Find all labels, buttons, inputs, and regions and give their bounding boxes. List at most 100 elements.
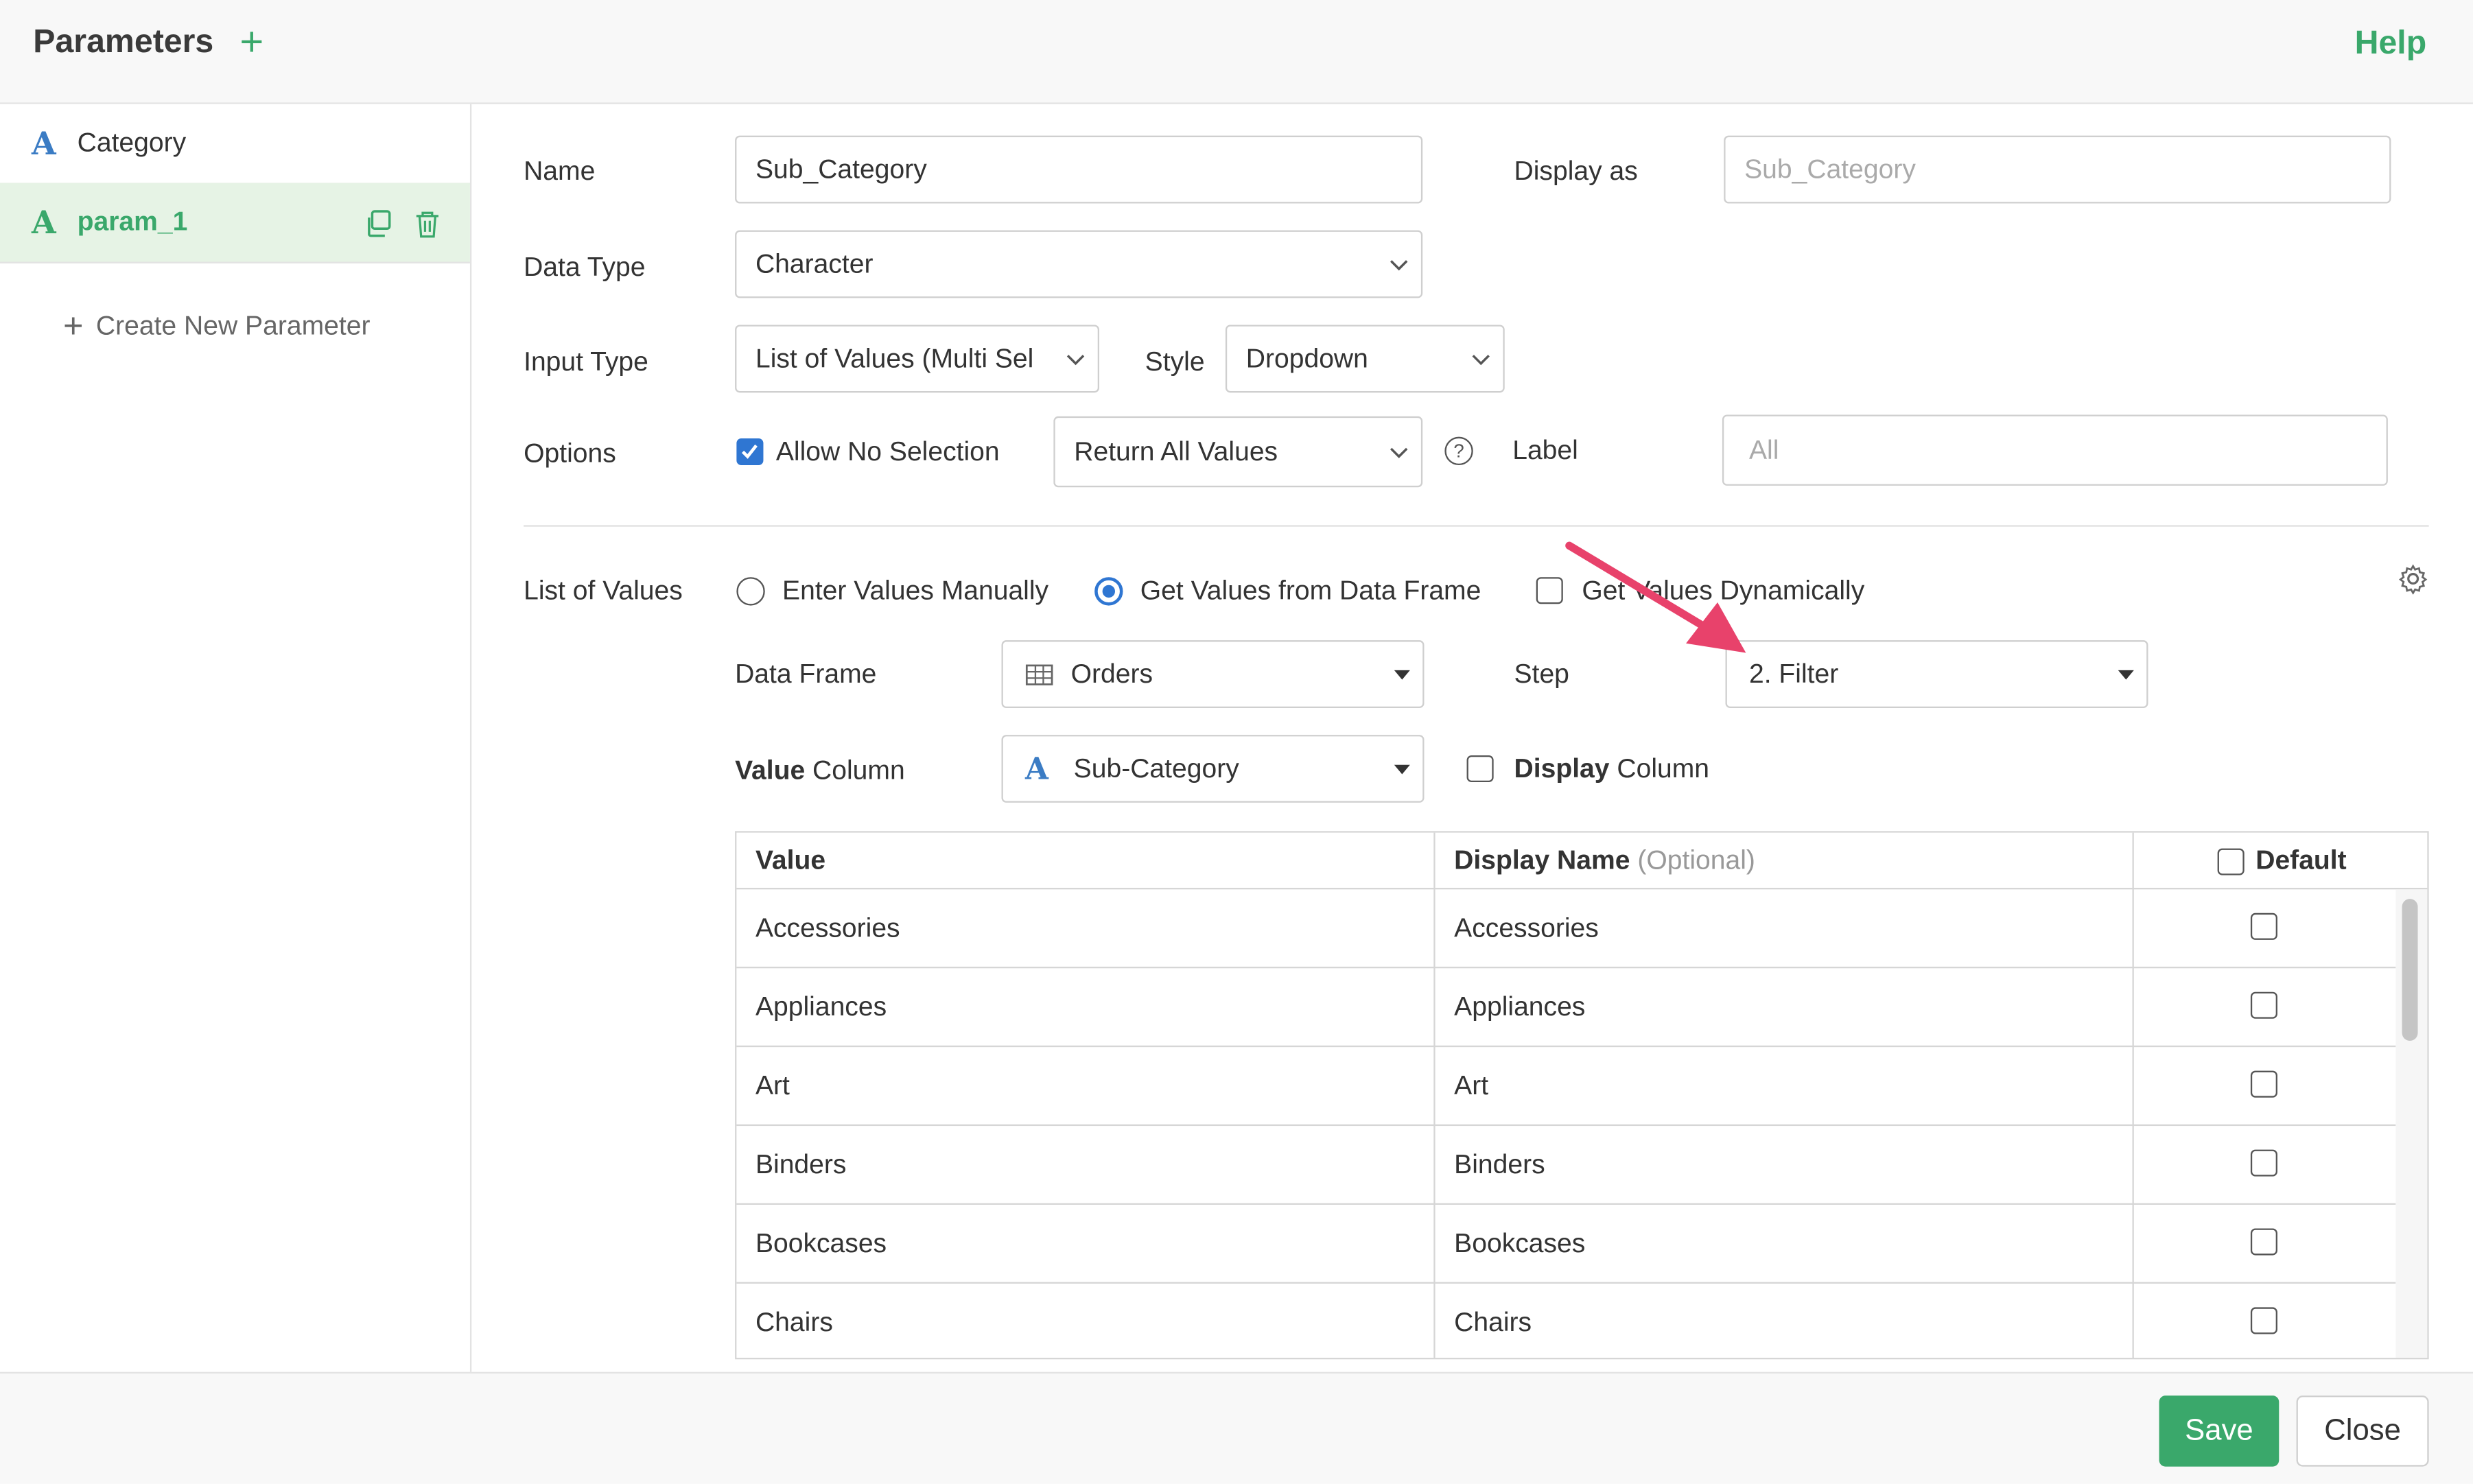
save-button[interactable]: Save: [2159, 1395, 2279, 1467]
allow-no-selection-label: Allow No Selection: [775, 436, 1000, 467]
column-header-default: Default: [2134, 833, 2428, 890]
display-name-cell: Art: [1454, 1070, 1489, 1101]
dialog-footer: [0, 1371, 2473, 1484]
parameter-sidebar: [0, 104, 472, 1372]
display-as-input[interactable]: Sub_Category: [1724, 135, 2391, 204]
character-type-icon: A: [1024, 751, 1048, 786]
display-name-cell: Bookcases: [1454, 1228, 1586, 1259]
scrollbar-thumb[interactable]: [2402, 899, 2418, 1041]
no-selection-behavior-select[interactable]: Return All Values: [1053, 416, 1423, 488]
step-select[interactable]: 2. Filter: [1725, 640, 2148, 709]
default-checkbox[interactable]: [2250, 1149, 2277, 1177]
sidebar-item-label: Category: [77, 128, 187, 158]
duplicate-icon[interactable]: [364, 210, 392, 238]
sidebar-item-label: param_1: [77, 207, 188, 237]
table-row: Binders Binders: [736, 1126, 2396, 1205]
name-input[interactable]: Sub_Category: [735, 135, 1423, 204]
value-column-value: Sub-Category: [1073, 753, 1239, 784]
close-button[interactable]: Close: [2296, 1395, 2429, 1467]
dialog-header: [0, 0, 2473, 104]
name-label: Name: [524, 156, 596, 187]
default-checkbox[interactable]: [2250, 1307, 2277, 1334]
display-as-label: Display as: [1514, 156, 1638, 187]
data-frame-value: Orders: [1070, 658, 1153, 689]
table-grid-icon: [1025, 663, 1053, 685]
step-value: 2. Filter: [1748, 658, 1839, 689]
display-name-cell: Chairs: [1454, 1307, 1532, 1338]
question-help-icon[interactable]: ?: [1444, 436, 1473, 466]
label-input-placeholder: All: [1748, 434, 1779, 464]
sidebar-item-param-1[interactable]: A param_1: [0, 182, 470, 263]
table-row: Accessories Accessories: [736, 889, 2396, 969]
section-divider: [524, 525, 2429, 527]
data-frame-select[interactable]: Orders: [1001, 640, 1425, 709]
value-cell: Art: [755, 1070, 790, 1101]
dialog-title: Parameters: [33, 23, 214, 60]
data-type-value: Character: [755, 248, 874, 279]
style-value: Dropdown: [1245, 342, 1368, 373]
get-values-from-data-frame-radio[interactable]: [1094, 577, 1123, 606]
no-selection-behavior-value: Return All Values: [1074, 436, 1278, 467]
checkmark-icon: [741, 444, 758, 459]
input-type-value: List of Values (Multi Sel: [755, 342, 1034, 373]
plus-icon: +: [62, 305, 84, 346]
display-as-placeholder: Sub_Category: [1744, 154, 1916, 184]
display-name-cell: Binders: [1454, 1149, 1545, 1180]
allow-no-selection-checkbox[interactable]: [736, 438, 764, 466]
chevron-down-icon: [1390, 259, 1408, 270]
name-input-value: Sub_Category: [755, 154, 927, 184]
data-type-label: Data Type: [524, 252, 646, 283]
caret-down-icon: [1394, 764, 1410, 774]
display-column-checkbox[interactable]: [1466, 755, 1494, 783]
default-checkbox[interactable]: [2250, 991, 2277, 1019]
annotation-arrow: [1565, 541, 1746, 653]
display-name-cell: Appliances: [1454, 991, 1586, 1022]
value-cell: Appliances: [755, 991, 887, 1022]
enter-values-manually-label: Enter Values Manually: [782, 575, 1049, 606]
value-cell: Chairs: [755, 1307, 833, 1338]
data-type-select[interactable]: Character: [735, 230, 1423, 298]
style-select[interactable]: Dropdown: [1225, 325, 1505, 393]
value-cell: Binders: [755, 1149, 847, 1180]
step-label: Step: [1514, 659, 1569, 690]
style-label: Style: [1145, 346, 1205, 377]
column-header-value: Value: [755, 845, 826, 875]
default-checkbox[interactable]: [2250, 1228, 2277, 1256]
chevron-down-icon: [1472, 353, 1490, 365]
select-all-default-checkbox[interactable]: [2218, 847, 2245, 875]
options-label: Options: [524, 438, 616, 469]
table-row: Art Art: [736, 1047, 2396, 1127]
value-column-select[interactable]: A Sub-Category: [1001, 735, 1425, 803]
table-row: Chairs Chairs: [736, 1284, 2395, 1358]
value-cell: Bookcases: [755, 1228, 887, 1259]
display-column-label: Display Column: [1514, 753, 1710, 784]
label-input[interactable]: All: [1722, 414, 2388, 486]
default-checkbox[interactable]: [2250, 1070, 2277, 1098]
chevron-down-icon: [1390, 447, 1408, 458]
add-parameter-icon[interactable]: +: [239, 17, 263, 66]
caret-down-icon: [1394, 669, 1410, 679]
character-type-icon: A: [31, 124, 56, 163]
enter-values-manually-radio[interactable]: [736, 577, 765, 606]
caret-down-icon: [2118, 669, 2134, 679]
input-type-select[interactable]: List of Values (Multi Sel: [735, 325, 1100, 393]
values-table: Value Display Name (Optional) Default Ac…: [735, 831, 2429, 1360]
value-cell: Accessories: [755, 912, 900, 943]
trash-icon[interactable]: [413, 210, 441, 238]
chevron-down-icon: [1066, 353, 1085, 365]
label-field-label: Label: [1512, 435, 1578, 466]
input-type-label: Input Type: [524, 346, 648, 377]
default-checkbox[interactable]: [2250, 912, 2277, 940]
table-row: Bookcases Bookcases: [736, 1205, 2396, 1284]
create-new-label: Create New Parameter: [95, 310, 371, 341]
help-link[interactable]: Help: [2355, 25, 2427, 63]
create-new-parameter-link[interactable]: + Create New Parameter: [62, 303, 371, 346]
sidebar-item-category[interactable]: A Category: [0, 104, 470, 185]
value-column-label: Value Column: [735, 755, 905, 786]
data-frame-label: Data Frame: [735, 659, 877, 690]
gear-icon[interactable]: [2398, 563, 2429, 595]
character-type-icon: A: [31, 203, 56, 242]
get-values-from-data-frame-label: Get Values from Data Frame: [1140, 575, 1481, 606]
display-name-cell: Accessories: [1454, 912, 1599, 943]
table-row: Appliances Appliances: [736, 968, 2396, 1048]
